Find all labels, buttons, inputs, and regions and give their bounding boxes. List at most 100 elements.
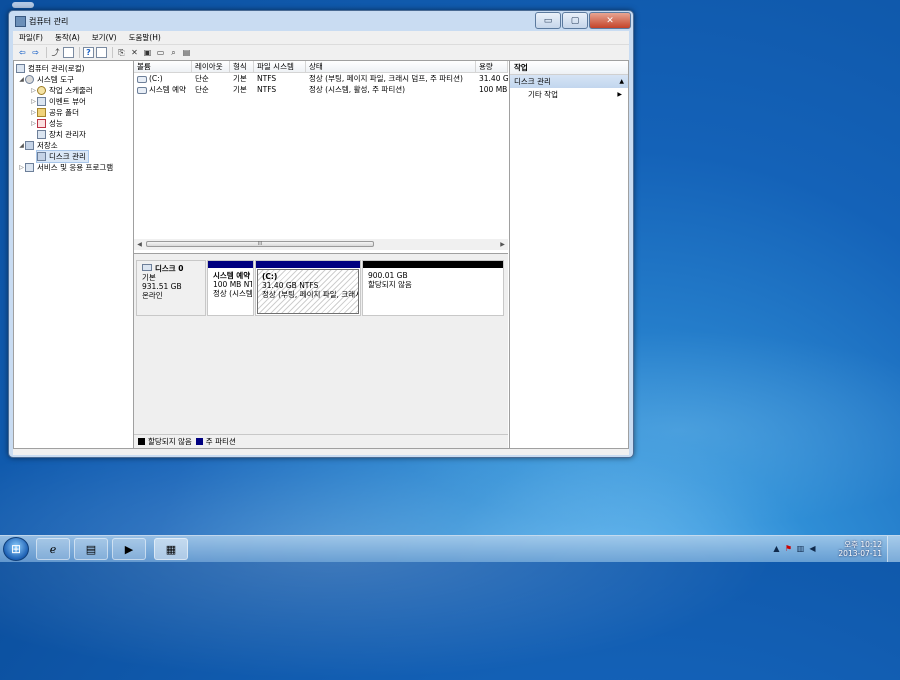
file-explorer-icon[interactable]: ▤ [74, 538, 108, 560]
disk-size: 931.51 GB [142, 282, 182, 291]
properties-icon[interactable]: ▤ [181, 47, 192, 58]
horizontal-scrollbar[interactable]: ◀ III ▶ [134, 239, 508, 250]
shared-folder-icon [37, 108, 46, 117]
partition-unallocated[interactable]: 900.01 GB 할당되지 않음 [362, 260, 504, 316]
up-folder-icon[interactable]: ⤴ [50, 47, 61, 58]
rescan-icon[interactable]: ⎘ [116, 47, 127, 58]
primary-partition-bar [256, 261, 360, 268]
tree-item-shared-folders[interactable]: ▷ 공유 폴더 [30, 107, 79, 118]
partition-status: 정상 (부팅, 페이지 파일, 크래시 덤프, 주 파티션) [262, 290, 358, 299]
collapse-up-icon[interactable]: ▲ [619, 75, 624, 88]
action-center-icon[interactable]: ⚑ [784, 544, 793, 553]
forward-arrow-icon[interactable]: ⇨ [30, 47, 41, 58]
table-row[interactable]: 시스템 예약 단순 기본 NTFS 정상 (시스템, 활성, 주 파티션) 10… [134, 84, 508, 95]
volume-icon [137, 75, 147, 83]
submenu-arrow-icon: ▶ [617, 91, 622, 98]
action-more-actions[interactable]: 기타 작업 ▶ [510, 88, 628, 101]
partition-legend: 할당되지 않음 주 파티션 [134, 434, 508, 448]
menu-action[interactable]: 동작(A) [49, 32, 86, 43]
desktop-icon[interactable] [12, 2, 34, 8]
window-title: 컴퓨터 관리 [29, 17, 69, 26]
scroll-left-icon[interactable]: ◀ [134, 239, 145, 250]
content-area: 컴퓨터 관리(로컬) ◢ 시스템 도구 ▷ 작업 스케줄러 ▷ 이벤트 뷰어 ▷… [13, 60, 629, 449]
computer-management-icon [15, 16, 26, 27]
menu-file[interactable]: 파일(F) [13, 32, 49, 43]
title-bar[interactable]: 컴퓨터 관리 ▭ ▢ ✕ [9, 11, 633, 33]
toolbar: ⇦ ⇨ ⤴ ? ⎘ ✕ ▣ ▭ ⌕ ▤ [13, 44, 629, 60]
tree-item-system-tools[interactable]: ◢ 시스템 도구 [18, 74, 74, 85]
scroll-thumb[interactable]: III [146, 241, 374, 247]
media-player-icon[interactable]: ▶ [112, 538, 146, 560]
open-folder-icon[interactable]: ▭ [155, 47, 166, 58]
start-button[interactable]: ⊞ [3, 537, 29, 561]
delete-icon[interactable]: ✕ [129, 47, 140, 58]
tools-icon [25, 75, 34, 84]
tree-item-label: 서비스 및 응용 프로그램 [37, 163, 114, 172]
table-row[interactable]: (C:) 단순 기본 NTFS 정상 (부팅, 페이지 파일, 크래시 덤프, … [134, 73, 508, 84]
disk-0-label[interactable]: 디스크 0 기본 931.51 GB 온라인 [136, 260, 206, 316]
tree-item-task-scheduler[interactable]: ▷ 작업 스케줄러 [30, 85, 93, 96]
tree-item-label: 공유 폴더 [49, 108, 79, 117]
collapse-arrow-icon[interactable]: ◢ [18, 142, 25, 149]
menu-bar: 파일(F) 동작(A) 보기(V) 도움말(H) [13, 31, 629, 44]
partition-name: 시스템 예약 [213, 271, 251, 280]
volume-capacity: 31.40 G [479, 74, 508, 83]
partition-size: 900.01 GB [368, 271, 408, 280]
partition-size: 100 MB NTFS [213, 280, 252, 289]
close-button[interactable]: ✕ [589, 12, 631, 29]
collapse-arrow-icon[interactable]: ◢ [18, 76, 25, 83]
network-icon[interactable]: ▥ [796, 544, 805, 553]
internet-explorer-icon[interactable]: ℯ [36, 538, 70, 560]
storage-icon [25, 141, 34, 150]
computer-management-window: 컴퓨터 관리 ▭ ▢ ✕ 파일(F) 동작(A) 보기(V) 도움말(H) ⇦ … [8, 10, 634, 458]
clock-date[interactable]: 2013-07-11 [838, 549, 882, 558]
expand-arrow-icon[interactable]: ▷ [18, 164, 25, 171]
actions-section-label: 디스크 관리 [514, 77, 551, 86]
menu-help[interactable]: 도움말(H) [123, 32, 167, 43]
tree-item-label: 컴퓨터 관리(로컬) [28, 64, 85, 73]
performance-icon [37, 119, 46, 128]
tree-item-disk-management[interactable]: 디스크 관리 [36, 150, 89, 163]
computer-management-taskbar-icon[interactable]: ▦ [154, 538, 188, 560]
partition-status: 할당되지 않음 [368, 280, 412, 289]
tree-item-event-viewer[interactable]: ▷ 이벤트 뷰어 [30, 96, 86, 107]
help-icon[interactable]: ? [83, 47, 94, 58]
show-hidden-icons-icon[interactable]: ▲ [772, 544, 781, 553]
column-header-type[interactable]: 형식 [230, 61, 254, 72]
tree-item-performance[interactable]: ▷ 성능 [30, 118, 63, 129]
tree-item-root[interactable]: 컴퓨터 관리(로컬) [16, 63, 85, 74]
partition-status: 정상 (시스템, 활성, 주 파티션) [213, 289, 252, 298]
menu-view[interactable]: 보기(V) [86, 32, 123, 43]
partition-c-drive[interactable]: (C:) 31.40 GB NTFS 정상 (부팅, 페이지 파일, 크래시 덤… [255, 260, 361, 316]
tree-item-storage[interactable]: ◢ 저장소 [18, 140, 58, 151]
show-hide-tree-icon[interactable] [63, 47, 74, 58]
show-hide-action-pane-icon[interactable] [96, 47, 107, 58]
column-header-filesystem[interactable]: 파일 시스템 [254, 61, 306, 72]
disk-icon [142, 264, 152, 271]
partition-system-reserved[interactable]: 시스템 예약 100 MB NTFS 정상 (시스템, 활성, 주 파티션) [207, 260, 254, 316]
check-disk-icon[interactable]: ▣ [142, 47, 153, 58]
maximize-button[interactable]: ▢ [562, 12, 588, 29]
minimize-button[interactable]: ▭ [535, 12, 561, 29]
back-arrow-icon[interactable]: ⇦ [17, 47, 28, 58]
expand-arrow-icon[interactable]: ▷ [30, 109, 37, 116]
expand-arrow-icon[interactable]: ▷ [30, 98, 37, 105]
column-header-volume[interactable]: 볼륨 [134, 61, 192, 72]
column-header-layout[interactable]: 레이아웃 [192, 61, 230, 72]
services-icon [25, 163, 34, 172]
tree-item-services-apps[interactable]: ▷ 서비스 및 응용 프로그램 [18, 162, 113, 173]
actions-header: 작업 [510, 61, 628, 75]
show-desktop-button[interactable] [887, 536, 900, 562]
volume-icon[interactable]: ◀ [808, 544, 817, 553]
expand-arrow-icon[interactable]: ▷ [30, 120, 37, 127]
column-header-status[interactable]: 상태 [306, 61, 476, 72]
column-header-capacity[interactable]: 용량 [476, 61, 508, 72]
actions-section-disk-management[interactable]: 디스크 관리 ▲ [510, 75, 628, 88]
partition-size: 31.40 GB NTFS [262, 281, 319, 290]
tree-item-label: 작업 스케줄러 [49, 86, 93, 95]
tree-item-device-manager[interactable]: 장치 관리자 [37, 129, 86, 140]
search-icon[interactable]: ⌕ [168, 47, 179, 58]
scroll-right-icon[interactable]: ▶ [497, 239, 508, 250]
legend-primary: 주 파티션 [205, 437, 236, 446]
expand-arrow-icon[interactable]: ▷ [30, 87, 37, 94]
